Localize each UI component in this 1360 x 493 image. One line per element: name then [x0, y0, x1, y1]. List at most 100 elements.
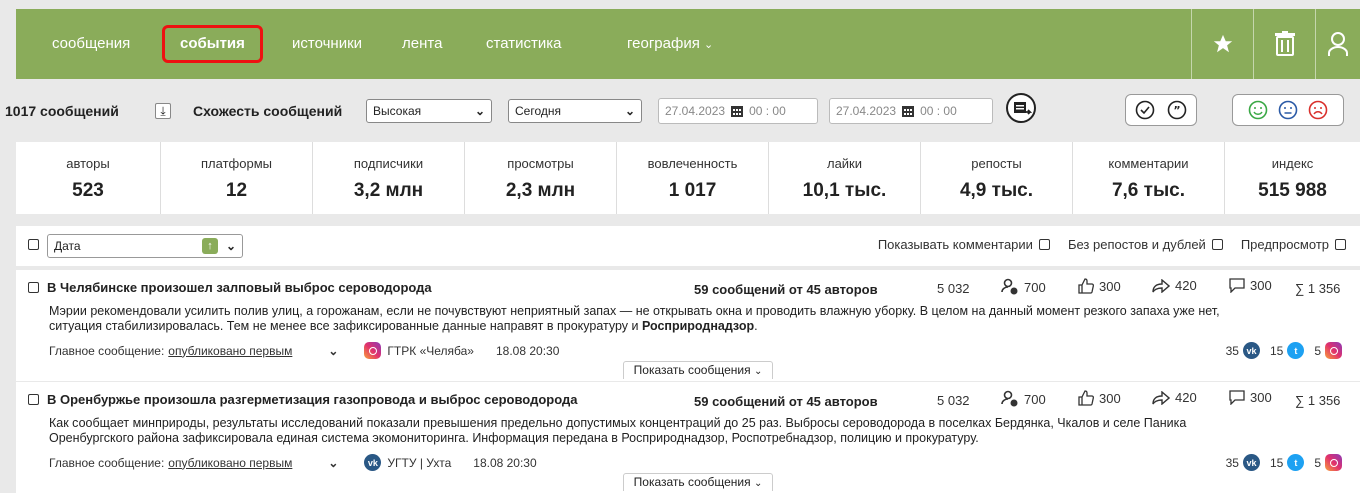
tab-events[interactable]: события	[162, 25, 263, 63]
event-summary-line: Оренбургского района зафиксировала едина…	[49, 431, 979, 445]
period-value: Сегодня	[515, 104, 561, 118]
event-checkbox[interactable]	[28, 394, 39, 405]
event-meta: Главное сообщение: опубликовано первым ⌄…	[49, 342, 559, 359]
chevron-down-icon: ⌄	[624, 104, 635, 118]
chevron-down-icon[interactable]: ⌄	[328, 344, 338, 358]
sum-value: ∑ 1 356	[1295, 281, 1341, 296]
period-select[interactable]: Сегодня ⌄	[508, 99, 642, 123]
show-messages-label: Показать сообщения	[633, 363, 751, 377]
preview-checkbox[interactable]	[1335, 239, 1346, 250]
date-from-field[interactable]: 27.04.2023 00 : 00	[658, 98, 818, 124]
reposts-value: 420	[1175, 278, 1197, 293]
show-messages-button[interactable]: Показать сообщения ⌄	[623, 361, 773, 379]
likes-metric: 300	[1078, 278, 1121, 294]
stat-label: репосты	[971, 156, 1022, 171]
stat-label: индекс	[1271, 156, 1314, 171]
event-date: 18.08 20:30	[473, 455, 537, 470]
event-message-count: 59 сообщений от 45 авторов	[694, 282, 878, 297]
time-to-value: 00 : 00	[920, 104, 957, 118]
check-circle-icon[interactable]	[1135, 100, 1155, 120]
app-frame: сообщения события источники лента статис…	[0, 0, 1360, 493]
sort-direction-icon[interactable]: ↑	[201, 238, 218, 254]
stat-value: 3,2 млн	[353, 180, 424, 201]
comments-metric: 300	[1229, 278, 1272, 293]
chevron-down-icon: ⌄	[704, 39, 714, 51]
favorites-button[interactable]	[1191, 9, 1253, 79]
vk-icon: vk	[364, 454, 382, 471]
event-title[interactable]: В Оренбуржье произошла разгерметизация г…	[47, 392, 577, 407]
date-to-field[interactable]: 27.04.2023 00 : 00	[829, 98, 993, 124]
instagram-icon	[1325, 342, 1342, 359]
likes-metric: 300	[1078, 390, 1121, 406]
source-name[interactable]: УГТУ | Ухта	[387, 456, 451, 470]
views-count: 5 032	[937, 393, 970, 408]
main-message-link[interactable]: опубликовано первым	[168, 456, 292, 470]
toolbar: 1017 сообщений ⤓ Схожесть сообщений Высо…	[0, 93, 1360, 138]
event-card: В Оренбуржье произошла разгерметизация г…	[16, 382, 1360, 493]
show-messages-button[interactable]: Показать сообщения ⌄	[623, 473, 773, 491]
event-summary-line: Мэрии рекомендовали усилить полив улиц, …	[49, 304, 1220, 318]
no-reposts-checkbox[interactable]	[1211, 239, 1223, 250]
no-reposts-label: Без репостов и дублей	[1067, 237, 1206, 252]
profile-button[interactable]	[1315, 9, 1355, 79]
main-message-label: Главное сообщение:	[49, 343, 165, 358]
tab-statistics[interactable]: статистика	[472, 27, 575, 61]
download-icon: ⤓	[155, 103, 171, 119]
stat-value: 523	[72, 180, 104, 201]
event-meta: Главное сообщение: опубликовано первым ⌄…	[49, 454, 537, 471]
twitter-icon: t	[1287, 342, 1305, 359]
main-message-link[interactable]: опубликовано первым	[168, 344, 292, 358]
top-nav: сообщения события источники лента статис…	[16, 9, 1360, 79]
event-checkbox[interactable]	[28, 282, 39, 293]
event-date: 18.08 20:30	[495, 343, 560, 358]
stat-value: 7,6 тыс.	[1111, 180, 1186, 201]
chevron-down-icon: ⌄	[753, 478, 763, 489]
similarity-select[interactable]: Высокая ⌄	[366, 99, 492, 123]
stat-authors: авторы 523	[16, 142, 161, 214]
tab-messages[interactable]: сообщения	[38, 27, 144, 61]
select-all-checkbox[interactable]	[28, 239, 39, 250]
likes-value: 300	[1099, 390, 1121, 406]
vk-count: 35	[1225, 343, 1239, 358]
show-comments-checkbox[interactable]	[1038, 239, 1050, 250]
platform-counts: 35 vk 15 t 5	[1226, 454, 1342, 471]
tab-geography[interactable]: география ⌄	[613, 27, 727, 61]
positive-smile-icon[interactable]	[1248, 100, 1268, 120]
sort-value: Дата	[54, 239, 81, 253]
neutral-face-icon[interactable]	[1278, 100, 1298, 120]
tab-feed[interactable]: лента	[388, 27, 456, 61]
reach-metric: 700	[1001, 390, 1046, 408]
reach-value: 700	[1024, 279, 1046, 295]
stat-label: платформы	[201, 156, 272, 171]
calendar-icon	[731, 106, 744, 117]
event-title[interactable]: В Челябинске произошел залповый выброс с…	[47, 280, 432, 295]
event-summary-highlight: Росприроднадзор	[641, 319, 755, 333]
comments-value: 300	[1250, 390, 1272, 405]
filter-bar: Дата ↑ ⌄ Показывать комментарии Без репо…	[16, 226, 1360, 266]
main-message-label: Главное сообщение:	[49, 455, 165, 470]
calendar-icon	[902, 106, 915, 117]
chevron-down-icon[interactable]: ⌄	[328, 456, 338, 470]
comment-icon	[1229, 390, 1245, 405]
source-name[interactable]: ГТРК «Челяба»	[387, 344, 474, 358]
reach-value: 700	[1024, 391, 1046, 407]
stat-value: 4,9 тыс.	[959, 180, 1034, 201]
download-button[interactable]: ⤓	[155, 96, 171, 126]
share-arrow-icon	[1152, 278, 1170, 293]
stat-label: комментарии	[1108, 156, 1189, 171]
tab-sources[interactable]: источники	[278, 27, 376, 61]
stat-engagement: вовлеченность 1 017	[617, 142, 769, 214]
show-comments-label: Показывать комментарии	[877, 237, 1033, 252]
event-summary-line: ситуация стабилизировалась. Тем не менее…	[49, 319, 1349, 334]
user-icon	[1328, 32, 1348, 56]
vk-count: 35	[1225, 455, 1239, 470]
chevron-down-icon: ⌄	[225, 239, 236, 253]
delete-button[interactable]	[1253, 9, 1315, 79]
negative-face-icon[interactable]	[1308, 100, 1328, 120]
sort-select[interactable]: Дата ↑ ⌄	[47, 234, 243, 258]
apply-date-button[interactable]	[1005, 93, 1037, 123]
star-icon	[1213, 34, 1232, 53]
stat-label: авторы	[66, 156, 110, 171]
platform-counts: 35 vk 15 t 5	[1226, 342, 1342, 359]
quote-circle-icon[interactable]: ”	[1167, 100, 1187, 120]
